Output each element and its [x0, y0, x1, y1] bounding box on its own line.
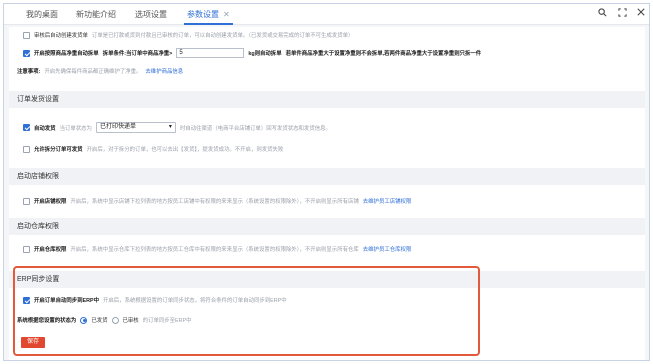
store-perm-checkbox[interactable]	[23, 197, 30, 205]
store-perm-hint: 开启后，系统中显示店铺下拉列表的地方按员工店铺中有权限的来来显示（系统设置的权限…	[70, 199, 359, 205]
split-checkbox[interactable]	[23, 49, 30, 57]
split-rule: 若单件商品净重大于设置净重则不会拆单,若两件商品净重大于设置净重则只拆一件	[285, 51, 482, 57]
auto-ship-label: 审核后自动创建发货单	[34, 33, 88, 39]
order-ship-section-title: 订单发货设置	[9, 91, 645, 108]
note-row: 注意事项: 开启先确保每件商品都正确维护了净重。 去维护商品信息	[17, 67, 649, 75]
warehouse-perm-link[interactable]: 去维护员工仓库权限	[363, 245, 412, 253]
split-ship-hint: 开启后，对于拆分的订单，也可以去出【发货】，提发货成功。不开启，则发货失败	[86, 147, 284, 153]
store-perm-section-title: 启动店铺权限	[9, 168, 645, 185]
warehouse-perm-row: 开启仓库权限 开启后，系统中显示仓库下拉列表的地方按员工仓库中有权限的来来显示（…	[23, 245, 649, 253]
split-row: 开启按照商品净重自动拆单 拆单条件:当订单中商品净重> 5 kg则自动拆单 若单…	[23, 48, 649, 58]
split-ship-checkbox[interactable]	[23, 145, 30, 153]
close-tab-icon[interactable]: ✕	[223, 10, 230, 19]
auto-ship-checkbox[interactable]	[23, 31, 30, 39]
note-hint: 开启先确保每件商品都正确维护了净重。	[44, 69, 142, 75]
unit-text: kg则自动拆单	[248, 51, 282, 57]
warehouse-perm-section-title: 启动仓库权限	[9, 218, 645, 235]
weight-input[interactable]: 5	[176, 48, 245, 58]
auto-ship-hint: 订单是已打款或货到付款且已审核的订单，可以自动创建发货单。（已发货或交易完成的订…	[91, 33, 354, 39]
tab-params[interactable]: 参数设置 ✕	[184, 4, 233, 25]
tab-label: 我的桌面	[26, 10, 58, 19]
select-value: 已打印快递单	[99, 124, 136, 130]
tab-label: 选项设置	[135, 10, 167, 19]
store-perm-row: 开启店铺权限 开启后，系统中显示店铺下拉列表的地方按员工店铺中有权限的来来显示（…	[23, 197, 649, 205]
warehouse-perm-checkbox[interactable]	[23, 245, 30, 253]
tab-new-features[interactable]: 新功能介绍	[76, 4, 116, 25]
note-label: 注意事项:	[17, 69, 41, 75]
settings-panel: 审核后自动创建发货单 订单是已打款或货到付款且已审核的订单，可以自动创建发货单。…	[9, 27, 645, 360]
close-icon[interactable]	[637, 8, 645, 20]
tab-label: 参数设置	[187, 10, 219, 19]
erp-highlight-box	[13, 266, 480, 356]
split-ship-label: 允许拆分订单可发货	[34, 147, 83, 153]
tab-my-desktop[interactable]: 我的桌面	[26, 4, 58, 25]
order-auto-ship-hint: 时自动往渠道（电商平台店铺订单）回写发货状态和发货信息。	[179, 125, 331, 132]
order-auto-ship-checkbox[interactable]	[23, 124, 30, 131]
search-icon[interactable]	[598, 8, 607, 21]
tab-label: 新功能介绍	[76, 10, 116, 19]
maximize-icon[interactable]	[618, 8, 627, 21]
tab-bar: 我的桌面 新功能介绍 选项设置 参数设置 ✕	[4, 4, 649, 25]
order-auto-ship-label: 自动发货	[34, 125, 56, 132]
order-status-select[interactable]: 已打印快递单 ▾	[95, 122, 176, 133]
auto-ship-row: 审核后自动创建发货单 订单是已打款或货到付款且已审核的订单，可以自动创建发货单。…	[23, 31, 649, 39]
split-ship-row: 允许拆分订单可发货 开启后，对于拆分的订单，也可以去出【发货】，提发货成功。不开…	[23, 145, 649, 153]
tab-options[interactable]: 选项设置	[135, 4, 167, 25]
split-condition-label: 拆单条件:当订单中商品净重>	[102, 51, 173, 57]
split-label: 开启按照商品净重自动拆单	[34, 51, 99, 57]
app-window: 我的桌面 新功能介绍 选项设置 参数设置 ✕ 审核后自动创建发货单 订单是已打款或…	[3, 3, 650, 361]
store-perm-label: 开启店铺权限	[34, 199, 67, 205]
store-perm-link[interactable]: 去维护员工店铺权限	[363, 197, 412, 205]
chevron-down-icon: ▾	[168, 124, 172, 130]
warehouse-perm-label: 开启仓库权限	[34, 247, 67, 253]
order-auto-ship-row: 自动发货 当订单状态为 已打印快递单 ▾ 时自动往渠道（电商平台店铺订单）回写发货…	[23, 122, 649, 133]
order-auto-ship-prefix: 当订单状态为	[59, 125, 92, 132]
save-button[interactable]: 保存	[21, 337, 45, 348]
maintain-goods-link[interactable]: 去维护商品信息	[145, 67, 183, 75]
warehouse-perm-hint: 开启后，系统中显示仓库下拉列表的地方按员工仓库中有权限的来来显示（系统设置的权限…	[70, 247, 359, 253]
